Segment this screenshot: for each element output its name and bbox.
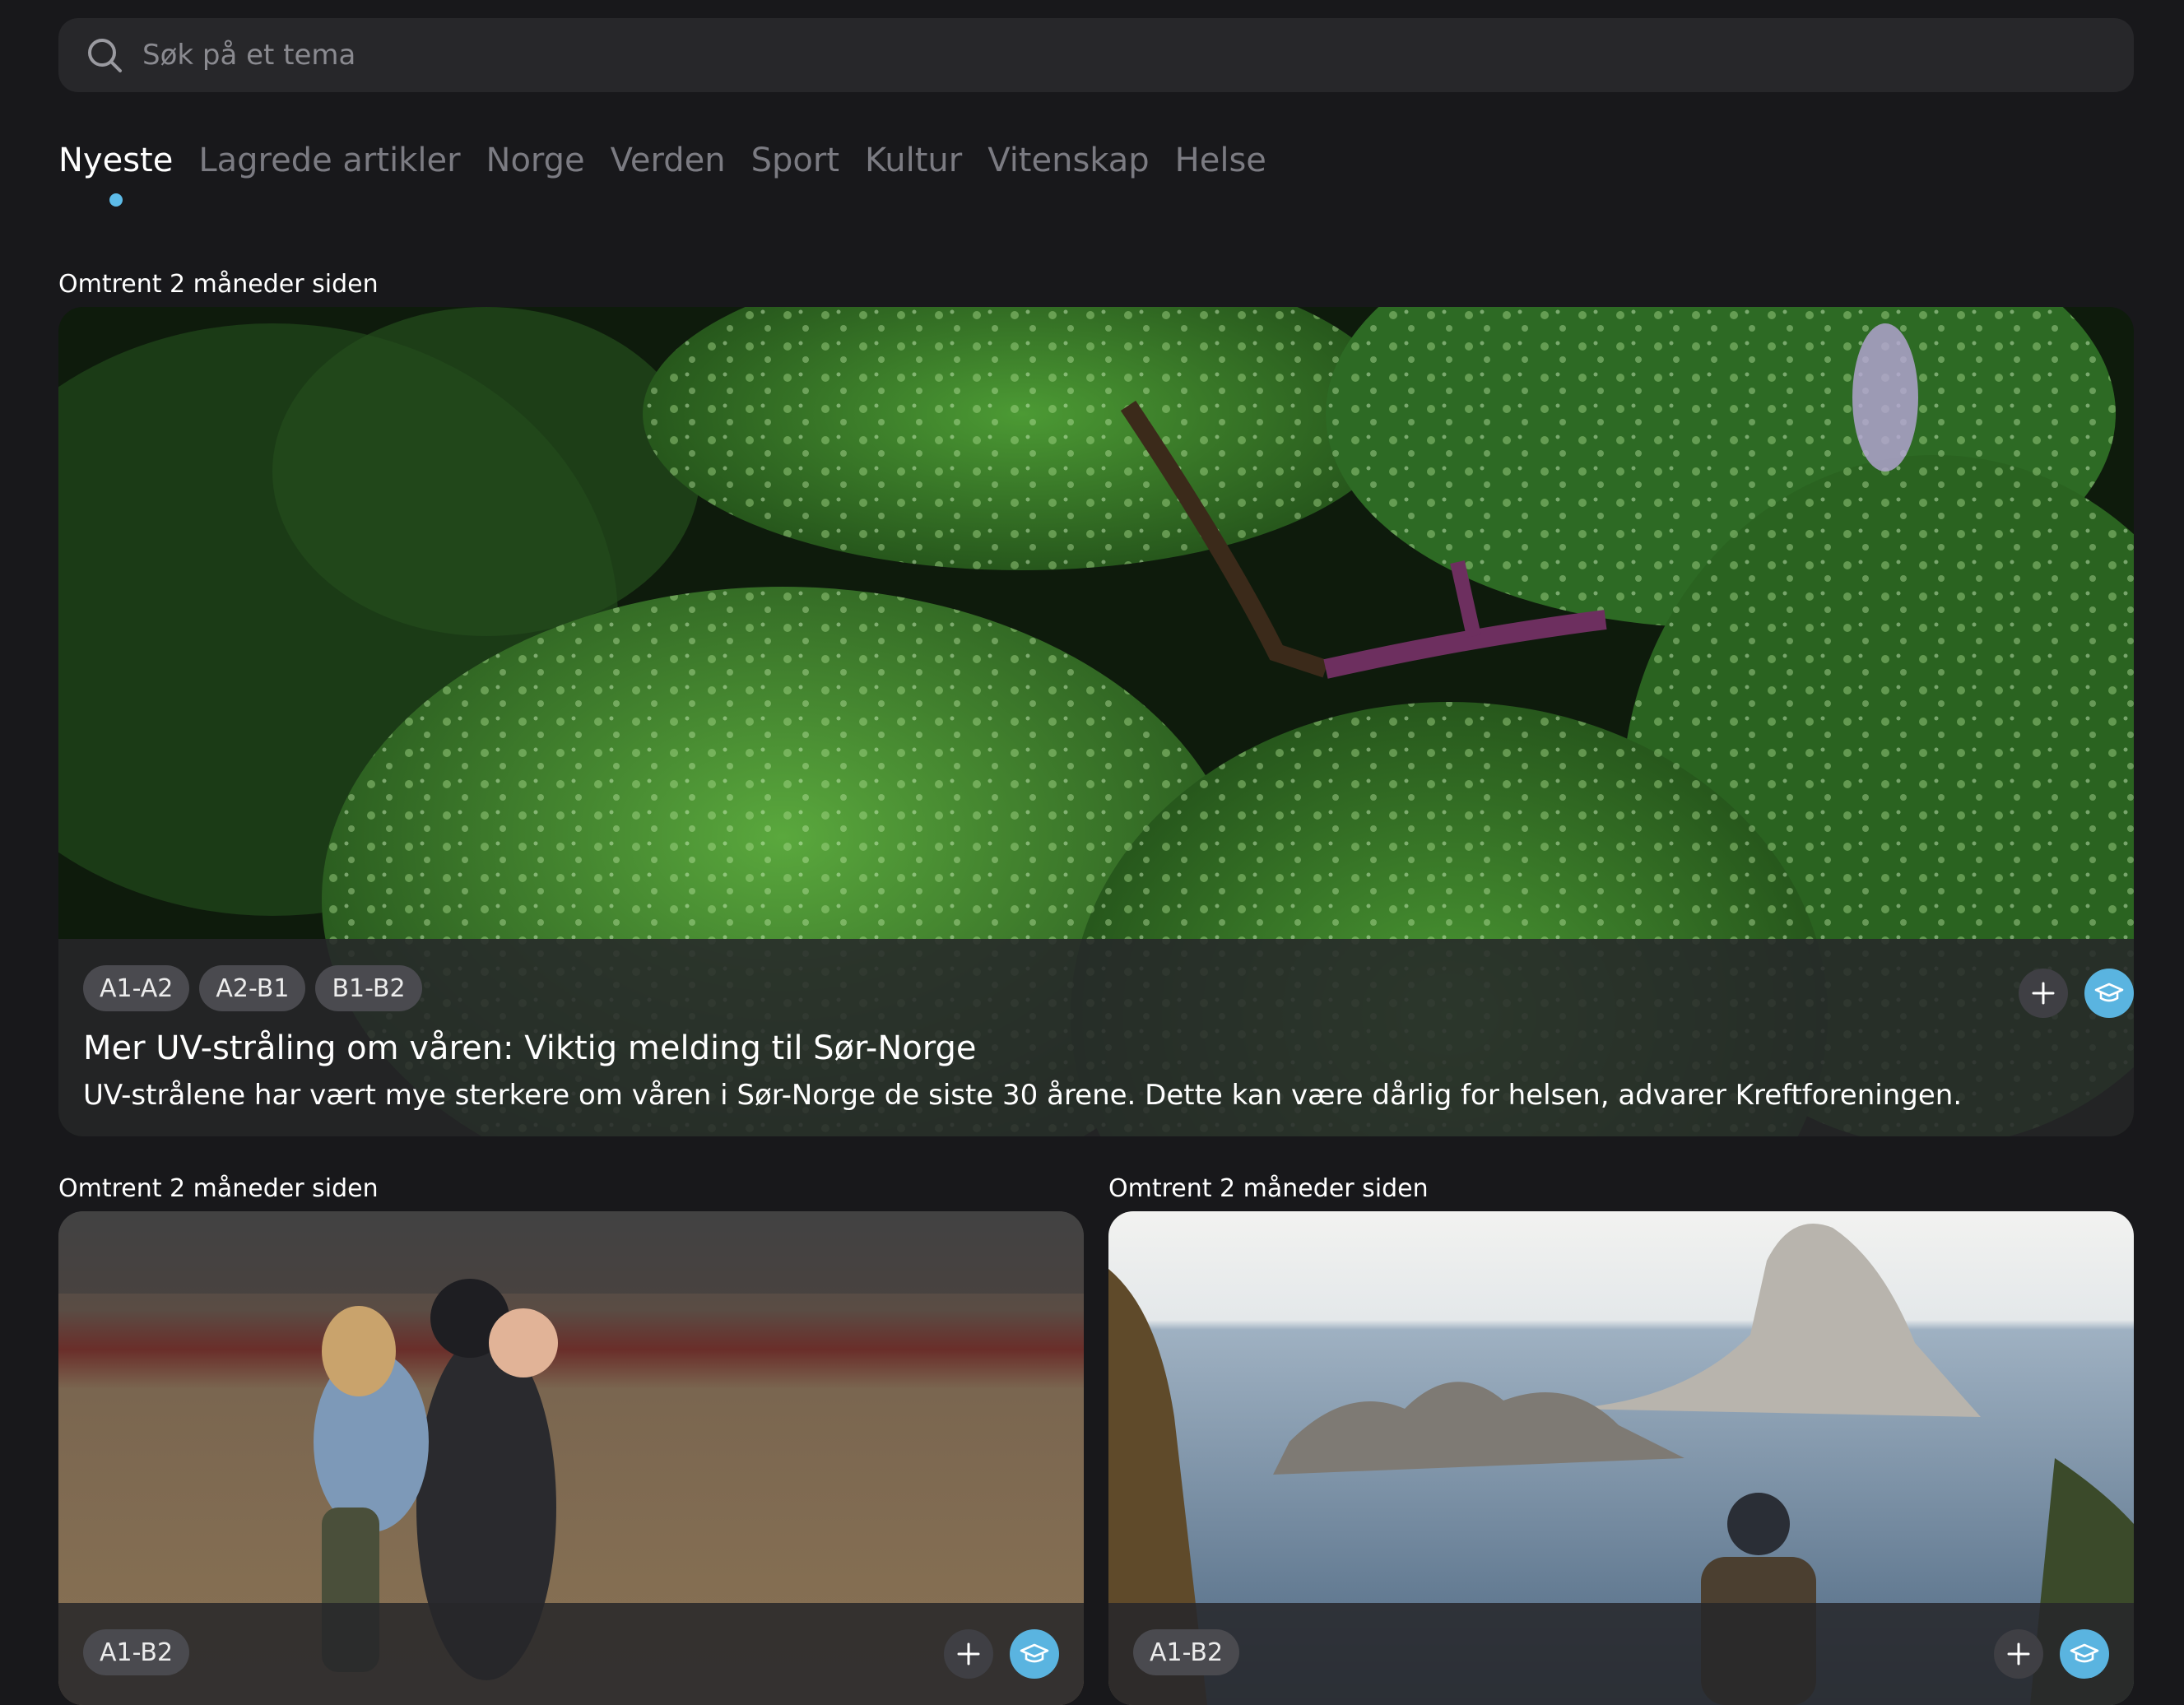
- tab-nyeste[interactable]: Nyeste: [58, 142, 173, 207]
- article-info-panel: A1-B2: [1108, 1603, 2134, 1705]
- tab-helse[interactable]: Helse: [1175, 142, 1266, 179]
- article-info-panel: A1-B2: [58, 1603, 1084, 1705]
- article-card[interactable]: A1-B2: [1108, 1211, 2134, 1705]
- level-badge: A2-B1: [199, 965, 306, 1011]
- search-bar[interactable]: Søk på et tema: [58, 18, 2134, 92]
- article-description: UV-strålene har vært mye sterkere om vår…: [83, 1079, 1963, 1112]
- active-tab-indicator: [109, 193, 123, 207]
- graduation-cap-icon: [2094, 983, 2124, 1002]
- add-to-saved-button[interactable]: [944, 1629, 993, 1679]
- level-badge: A1-A2: [83, 965, 190, 1011]
- learn-button[interactable]: [2084, 969, 2134, 1018]
- add-to-saved-button[interactable]: [2019, 969, 2068, 1018]
- level-badge: A1-B2: [83, 1629, 190, 1675]
- add-to-saved-button[interactable]: [1994, 1629, 2043, 1679]
- plus-icon: [2007, 1642, 2030, 1666]
- graduation-cap-icon: [2070, 1643, 2099, 1663]
- tab-norge[interactable]: Norge: [486, 142, 585, 179]
- tab-sport[interactable]: Sport: [751, 142, 839, 179]
- level-badge: B1-B2: [315, 965, 422, 1011]
- article-info-panel: A1-A2 A2-B1 B1-B2 Mer UV-stråling om vår…: [58, 939, 2134, 1136]
- search-input[interactable]: Søk på et tema: [142, 39, 355, 72]
- level-badge: A1-B2: [1133, 1629, 1240, 1675]
- search-icon: [85, 35, 124, 75]
- category-tabs: Nyeste Lagrede artikler Norge Verden Spo…: [58, 142, 1292, 207]
- article-title[interactable]: Mer UV-stråling om våren: Viktig melding…: [83, 1029, 977, 1067]
- graduation-cap-icon: [1020, 1643, 1049, 1663]
- tab-verden[interactable]: Verden: [611, 142, 726, 179]
- plus-icon: [2032, 982, 2055, 1005]
- article-card[interactable]: A1-B2: [58, 1211, 1084, 1705]
- article-timestamp: Omtrent 2 måneder siden: [58, 1174, 379, 1203]
- plus-icon: [957, 1642, 980, 1666]
- article-timestamp: Omtrent 2 måneder siden: [1108, 1174, 1429, 1203]
- tab-vitenskap[interactable]: Vitenskap: [987, 142, 1149, 179]
- article-timestamp: Omtrent 2 måneder siden: [58, 270, 379, 299]
- featured-article-card[interactable]: A1-A2 A2-B1 B1-B2 Mer UV-stråling om vår…: [58, 307, 2134, 1136]
- learn-button[interactable]: [1010, 1629, 1059, 1679]
- learn-button[interactable]: [2060, 1629, 2109, 1679]
- tab-lagrede-artikler[interactable]: Lagrede artikler: [198, 142, 460, 179]
- tab-kultur[interactable]: Kultur: [865, 142, 962, 179]
